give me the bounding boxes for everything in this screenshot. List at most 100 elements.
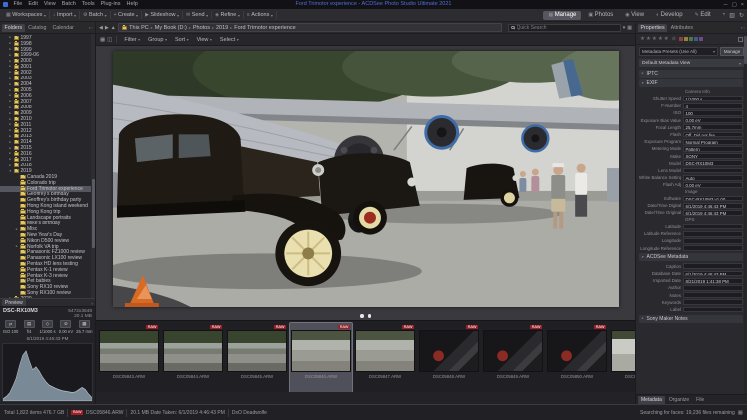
sync-icon[interactable]: ↻	[739, 12, 744, 19]
manage-presets-button[interactable]: Manage	[720, 47, 744, 56]
search-input[interactable]	[517, 25, 618, 31]
tab-metadata[interactable]: Metadata	[638, 396, 665, 404]
section-header-iptc[interactable]: ▸IPTC	[639, 70, 743, 78]
field-value[interactable]	[683, 263, 743, 269]
breadcrumb-segment[interactable]: Ford Trimotor experience	[234, 25, 295, 31]
refine-button[interactable]: ◈Refine▾	[212, 11, 244, 19]
filmstrip-thumbnail[interactable]: RAWDSC05850.ARW	[546, 323, 608, 392]
expand-arrow-icon[interactable]: ▸	[9, 146, 13, 151]
section-header-acdsee-metadata[interactable]: ▾ACDSee Metadata	[639, 253, 743, 261]
pagination-dot[interactable]	[360, 314, 364, 318]
slideshow-button[interactable]: ▶Slideshow▾	[142, 11, 183, 19]
select-menu-button[interactable]: Select▾	[217, 37, 242, 43]
menu-plug-ins[interactable]: Plug-ins	[99, 0, 122, 9]
expand-arrow-icon[interactable]: ▸	[9, 93, 13, 98]
filmstrip-thumbnail[interactable]: RAWDSC05851.ARW	[610, 323, 635, 392]
pagination-dot[interactable]	[368, 314, 372, 318]
section-header-sony-maker-notes[interactable]: ▸Sony Maker Notes	[639, 315, 743, 323]
expand-arrow-icon[interactable]: ▸	[9, 64, 13, 69]
expand-arrow-icon[interactable]: ▸	[9, 99, 13, 104]
field-value[interactable]: DSC-RX10M3	[683, 160, 743, 166]
workspaces-button[interactable]: ▦Workspaces▾	[3, 11, 50, 19]
mode-tab-edit[interactable]: ✎Edit	[690, 11, 716, 20]
field-value[interactable]: 0.00 eV	[683, 182, 743, 188]
search-options-icon[interactable]: ▦	[627, 25, 632, 31]
create-button[interactable]: +Create▾	[111, 11, 142, 19]
expand-arrow-icon[interactable]: ▸	[9, 70, 13, 75]
rating-star-icon[interactable]: ★	[646, 36, 651, 42]
field-value[interactable]	[683, 245, 743, 251]
group-menu-button[interactable]: Group▾	[145, 37, 170, 43]
expand-arrow-icon[interactable]: ▸	[9, 53, 13, 58]
color-label-swatch[interactable]	[679, 37, 683, 41]
color-label-swatch[interactable]	[699, 37, 703, 41]
field-value[interactable]	[683, 292, 743, 298]
autohide-icon[interactable]: ▫	[92, 25, 93, 30]
field-value[interactable]	[683, 307, 743, 313]
expand-arrow-icon[interactable]: ▸	[9, 111, 13, 116]
tag-checkbox[interactable]	[738, 37, 743, 42]
tree-item[interactable]: ▸2020	[0, 296, 95, 298]
expand-arrow-icon[interactable]: ▸	[9, 296, 13, 298]
field-value[interactable]	[683, 231, 743, 237]
field-value[interactable]: 6/1/2019 4:46:43 PM	[683, 203, 743, 209]
grid-icon[interactable]: ▦	[738, 410, 743, 416]
compare-view-icon[interactable]: ◫	[107, 37, 112, 43]
breadcrumb-segment[interactable]: Photos	[193, 25, 210, 31]
field-value[interactable]: 6/1/2019 4:46:43 PM	[683, 210, 743, 216]
section-header-exif[interactable]: ▾EXIF	[639, 79, 743, 87]
forward-icon[interactable]: ▶	[105, 25, 109, 31]
field-value[interactable]: DSC-RX10M3 v1.00	[683, 196, 743, 202]
expand-arrow-icon[interactable]: ▸	[9, 151, 13, 156]
field-value[interactable]: 4	[683, 103, 743, 109]
minimize-button[interactable]: ─	[724, 2, 728, 8]
mode-tab-develop[interactable]: ◐Develop	[651, 11, 688, 20]
tree-scrollbar[interactable]	[91, 34, 95, 298]
field-value[interactable]: Normal Program	[683, 139, 743, 145]
sort-menu-button[interactable]: Sort▾	[172, 37, 192, 43]
mode-tab-manage[interactable]: ▦Manage	[543, 11, 581, 20]
expand-arrow-icon[interactable]: ▾	[9, 169, 13, 174]
menu-edit[interactable]: Edit	[27, 0, 39, 9]
expand-arrow-icon[interactable]: ▸	[9, 59, 13, 64]
pin-icon[interactable]: ▪	[92, 301, 93, 306]
expand-arrow-icon[interactable]: ▸	[9, 88, 13, 93]
tab-attributes[interactable]: Attributes	[668, 24, 695, 32]
field-value[interactable]: 100	[683, 110, 743, 116]
view-menu-button[interactable]: View▾	[194, 37, 215, 43]
tab-properties[interactable]: Properties	[638, 24, 667, 32]
autohide-icon[interactable]: ▫	[744, 25, 745, 30]
back-icon[interactable]: ◀	[99, 25, 103, 31]
expand-arrow-icon[interactable]: ▸	[9, 105, 13, 110]
field-value[interactable]: 25.7mm	[683, 124, 743, 130]
menu-view[interactable]: View	[42, 0, 57, 9]
field-value[interactable]: 1/1000 s	[683, 96, 743, 102]
activity-icon[interactable]: ▥	[729, 12, 735, 19]
field-value[interactable]	[683, 285, 743, 291]
dashboard-icon[interactable]: ◔	[722, 12, 726, 19]
filmstrip-thumbnail[interactable]: RAWDSC05843.ARW	[98, 323, 160, 392]
expand-arrow-icon[interactable]: ▸	[9, 76, 13, 81]
expand-arrow-icon[interactable]: ▸	[9, 157, 13, 162]
color-label-swatch[interactable]	[689, 37, 693, 41]
rating-star-icon[interactable]: ★	[640, 36, 645, 42]
actions-button[interactable]: ≡Actions▾	[244, 11, 277, 19]
expand-arrow-icon[interactable]: ▸	[15, 227, 19, 232]
saved-search-icon[interactable]: ▾	[623, 25, 626, 31]
expand-arrow-icon[interactable]: ▸	[9, 134, 13, 139]
pin-icon[interactable]: ▪	[89, 25, 90, 30]
expand-arrow-icon[interactable]: ▸	[9, 140, 13, 145]
filmstrip-thumbnail[interactable]: RAWDSC05847.ARW	[354, 323, 416, 392]
tree-scrollbar-thumb[interactable]	[92, 179, 95, 248]
metadata-view-header[interactable]: Default Metadata View ▾	[639, 59, 744, 67]
filmstrip-thumbnail[interactable]: RAWDSC05844.ARW	[162, 323, 224, 392]
field-value[interactable]: SONY	[683, 153, 743, 159]
breadcrumb-segment[interactable]: My Book (D:)	[155, 25, 187, 31]
expand-arrow-icon[interactable]: ▸	[9, 122, 13, 127]
field-value[interactable]: 0.00 eV	[683, 117, 743, 123]
filter-menu-button[interactable]: Filter▾	[121, 37, 143, 43]
menu-help[interactable]: Help	[125, 0, 139, 9]
mode-tab-photos[interactable]: ▣Photos	[583, 11, 618, 20]
menu-file[interactable]: File	[12, 0, 24, 9]
field-value[interactable]	[683, 299, 743, 305]
